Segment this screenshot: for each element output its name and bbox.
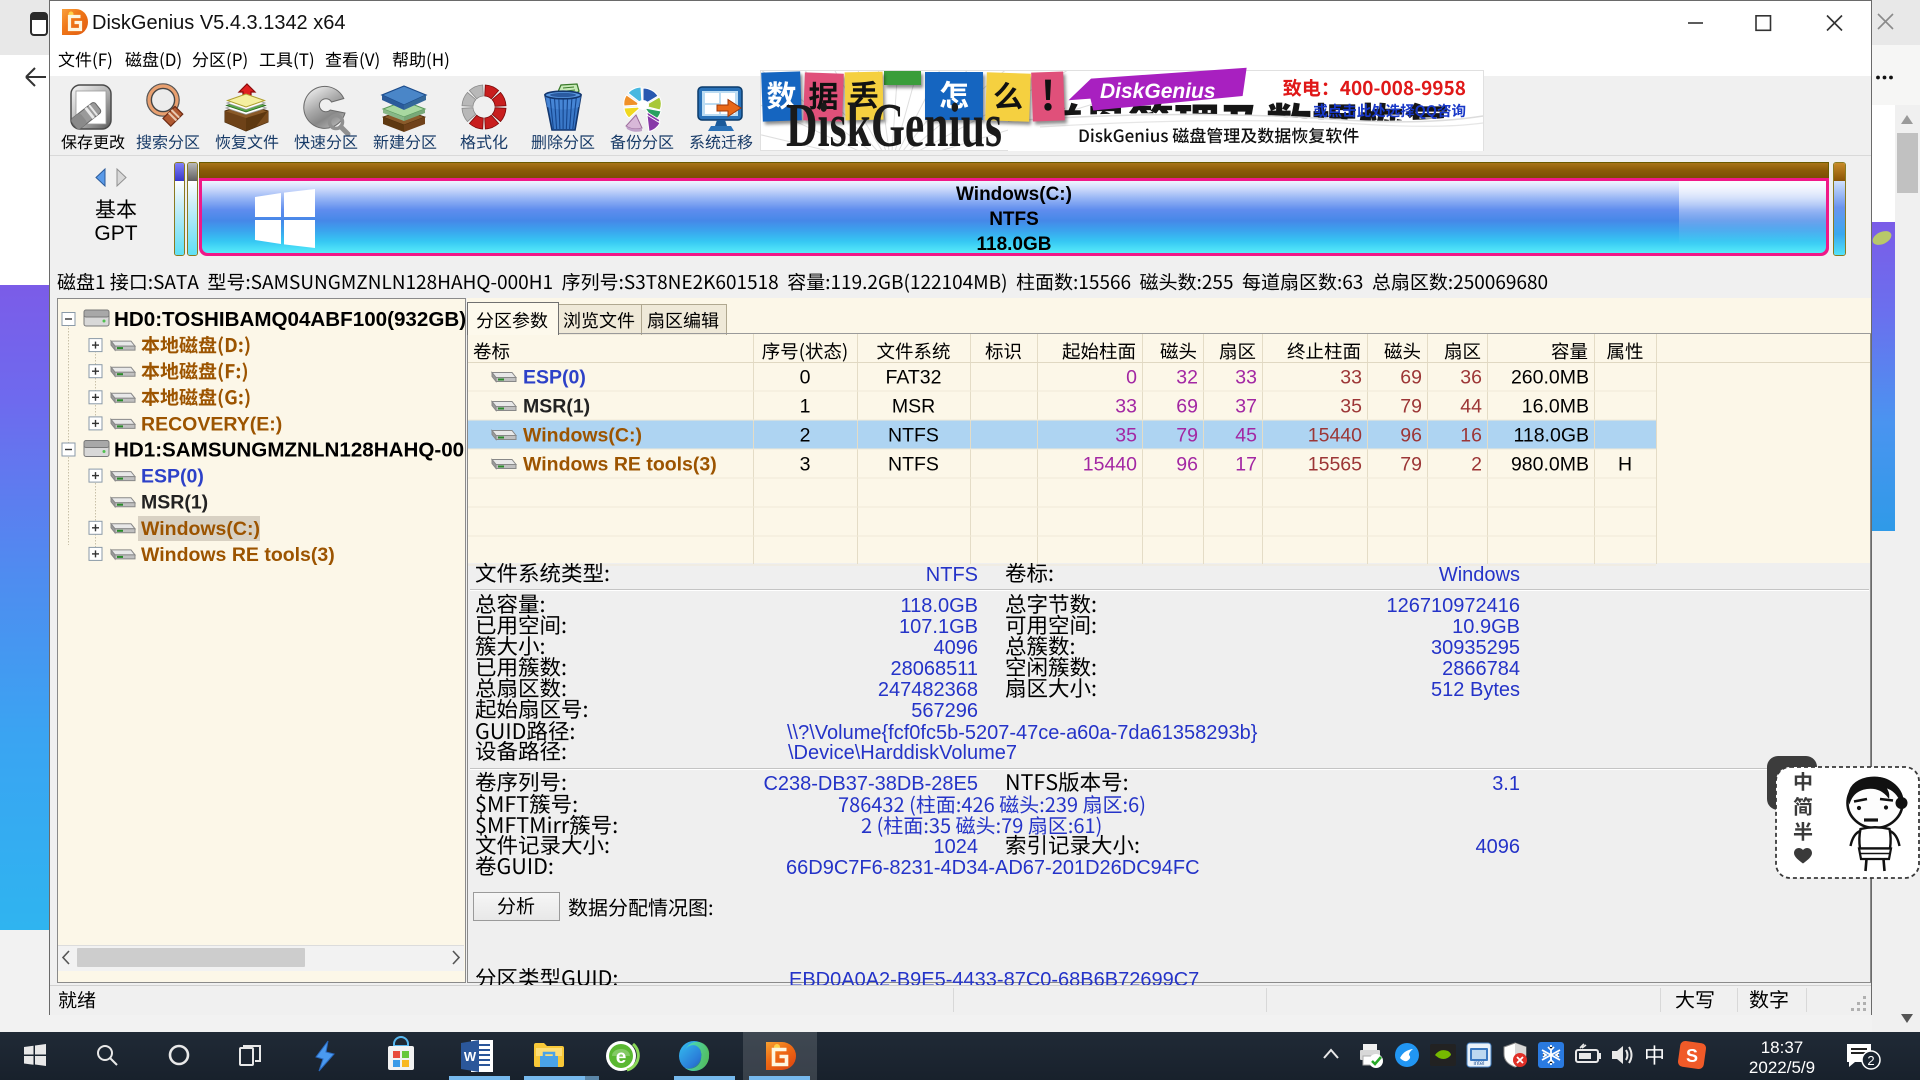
svg-text:S: S [1686, 1046, 1698, 1066]
svg-text:W: W [464, 1049, 477, 1064]
svg-text:intel: intel [1473, 1061, 1484, 1067]
svg-text:e: e [616, 1047, 627, 1068]
svg-text:2: 2 [1867, 1053, 1874, 1068]
